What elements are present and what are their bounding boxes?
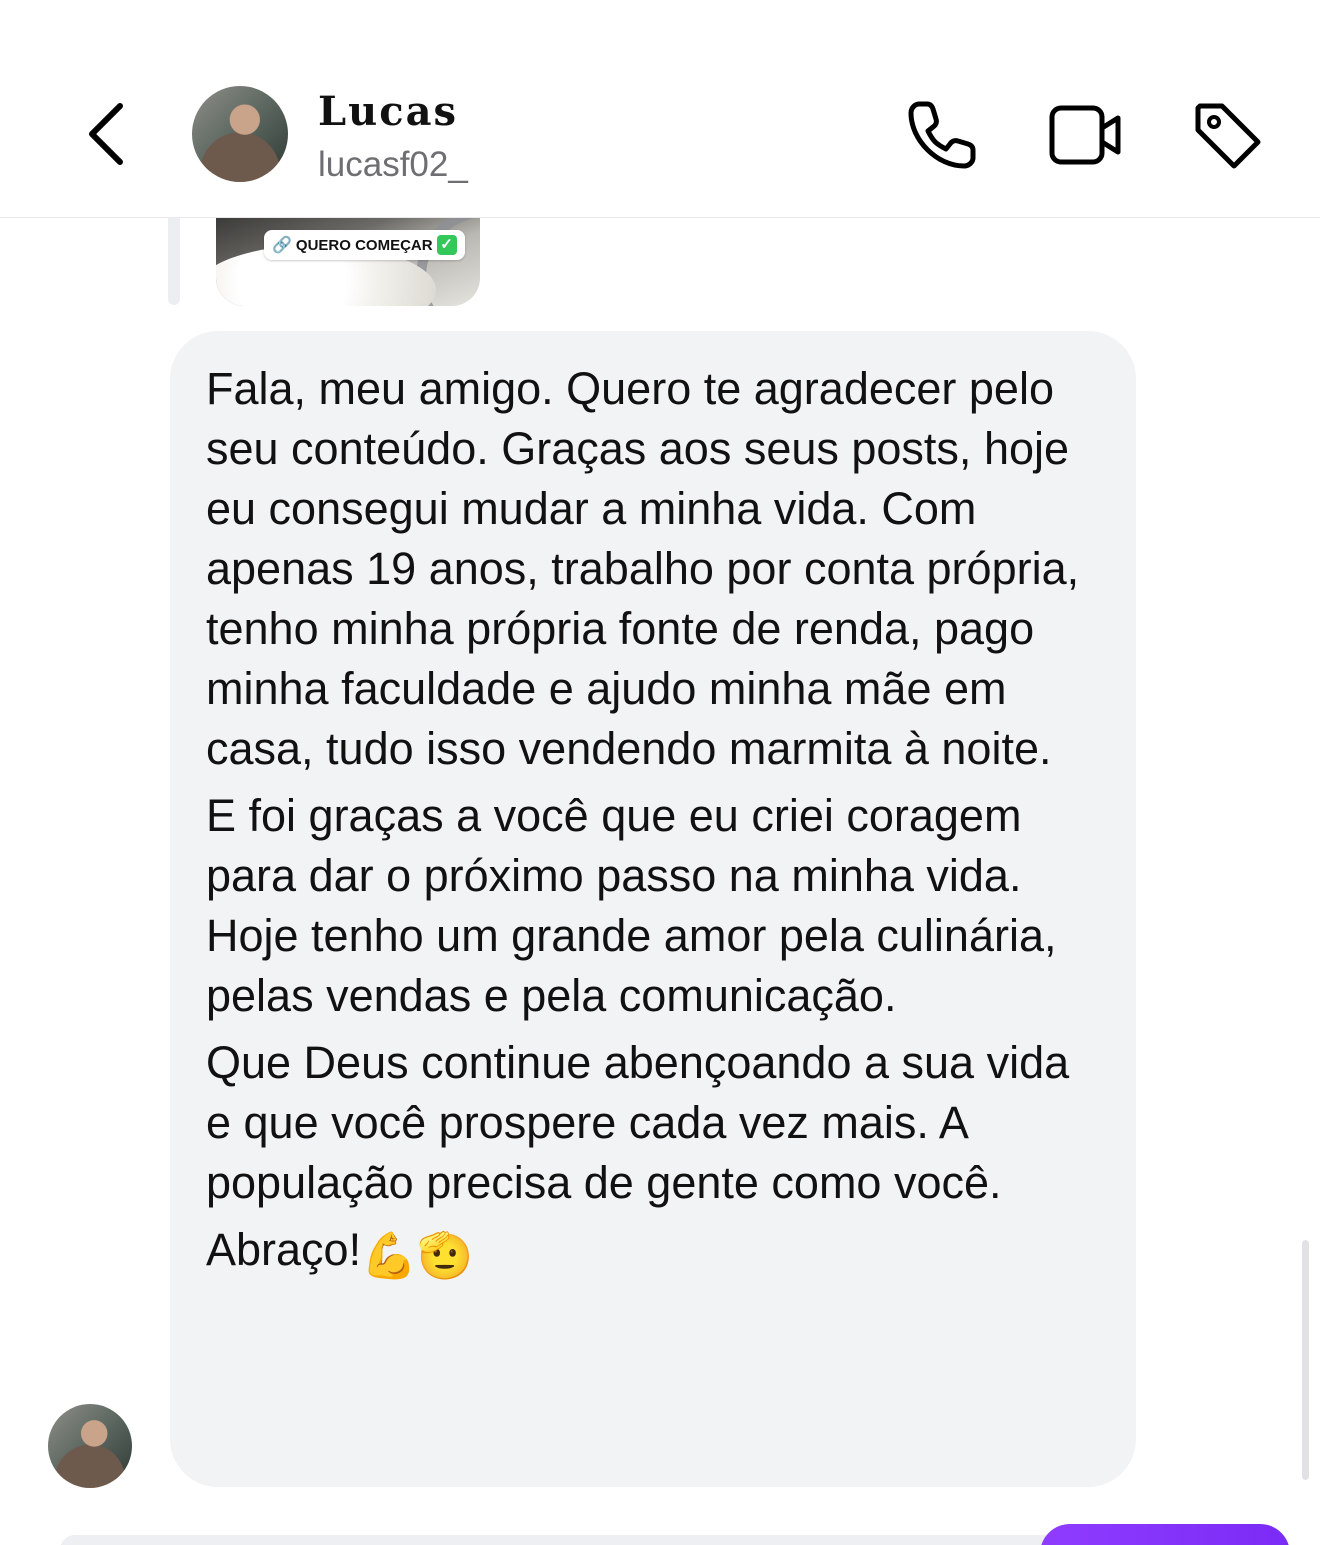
reply-indicator bbox=[168, 217, 180, 305]
tag-icon bbox=[1195, 103, 1261, 169]
video-camera-icon bbox=[1049, 105, 1121, 165]
sender-avatar[interactable] bbox=[48, 1404, 132, 1488]
link-icon: 🔗 bbox=[272, 237, 292, 254]
dm-conversation-screen: Lucas lucasf02_ 🔗 QUERO COMEÇAR ✓ Fala, … bbox=[0, 0, 1320, 1545]
cta-sticker: 🔗 QUERO COMEÇAR ✓ bbox=[264, 230, 465, 260]
contact-display-name[interactable]: Lucas bbox=[318, 88, 458, 135]
message-paragraph: Que Deus continue abençoando a sua vida … bbox=[206, 1037, 1070, 1208]
message-bubble[interactable]: Fala, meu amigo. Quero te agradecer pelo… bbox=[170, 331, 1136, 1487]
phone-icon bbox=[908, 101, 976, 169]
chat-header: Lucas lucasf02_ bbox=[0, 0, 1320, 218]
message-paragraph: E foi graças a você que eu criei coragem… bbox=[206, 790, 1057, 1021]
avatar[interactable] bbox=[192, 86, 288, 182]
contact-username[interactable]: lucasf02_ bbox=[318, 145, 468, 185]
message-closing: Abraço!💪🫡 bbox=[206, 1220, 1100, 1286]
sent-message-bubble bbox=[1040, 1524, 1290, 1545]
cta-label: QUERO COMEÇAR bbox=[295, 236, 433, 254]
closing-text: Abraço! bbox=[206, 1224, 362, 1275]
message-paragraph: Fala, meu amigo. Quero te agradecer pelo… bbox=[206, 363, 1080, 774]
shared-post-thumbnail[interactable]: 🔗 QUERO COMEÇAR ✓ bbox=[216, 217, 480, 306]
emoji-icon: 💪🫡 bbox=[361, 1230, 474, 1281]
video-call-button[interactable] bbox=[1048, 98, 1122, 172]
tag-button[interactable] bbox=[1190, 98, 1264, 172]
chevron-left-icon bbox=[89, 103, 123, 165]
back-button[interactable] bbox=[80, 96, 140, 176]
call-button[interactable] bbox=[905, 98, 979, 172]
scrollbar[interactable] bbox=[1302, 1240, 1309, 1480]
check-icon: ✓ bbox=[436, 235, 457, 255]
